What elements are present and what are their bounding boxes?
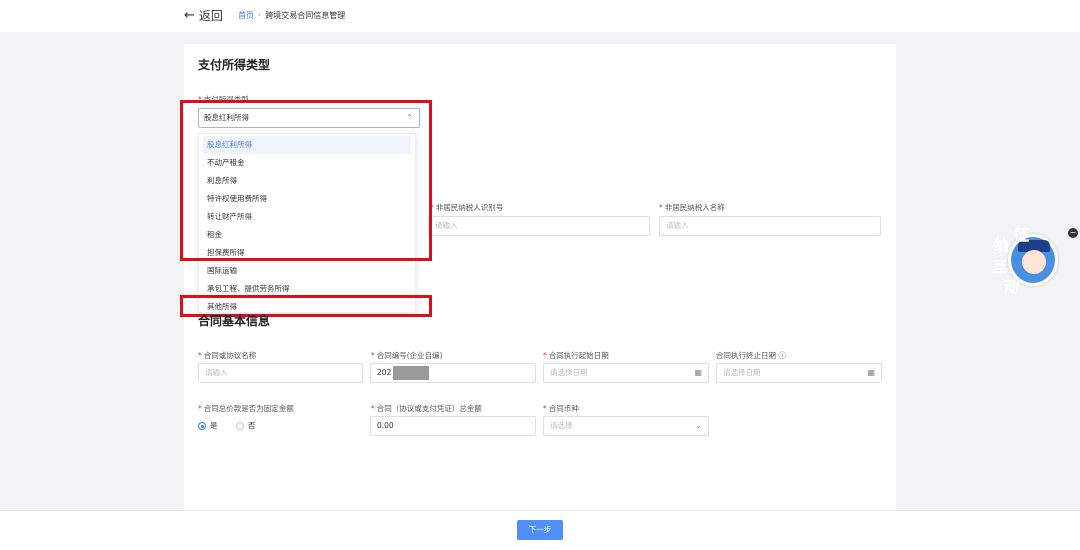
currency-select[interactable]: 请选择 ⌄ <box>543 416 709 436</box>
contract-end-date[interactable]: 请选择日期 ▦ <box>716 363 882 383</box>
mascot-face-icon <box>1022 250 1046 274</box>
mascot-char: 动 <box>1004 278 1020 297</box>
currency-label: * 合同币种 <box>543 404 579 413</box>
calendar-icon: ▦ <box>694 368 702 377</box>
radio-yes[interactable]: 是 <box>198 420 218 431</box>
income-section-title: 支付所得类型 <box>198 58 271 72</box>
mascot-char: 纳 <box>994 236 1010 255</box>
contract-number-label: * 合同编号(企业自编) <box>371 351 443 360</box>
next-button[interactable]: 下一步 <box>517 520 563 540</box>
radio-no[interactable]: 否 <box>236 420 256 431</box>
mascot-char: 征 <box>1014 226 1030 245</box>
taxpayer-id-label: * 非居民纳税人识别号 <box>430 203 504 212</box>
back-label: 返回 <box>198 9 223 23</box>
service-mascot-widget[interactable]: 征 纳 互 动 <box>988 226 1068 300</box>
breadcrumb: 首页 › 跨境交易合同信息管理 <box>238 10 345 21</box>
taxpayer-name-input[interactable]: 请输入 <box>659 216 881 236</box>
taxpayer-name-label: * 非居民纳税人名称 <box>659 203 725 212</box>
back-button[interactable]: ← 返回 <box>184 7 223 24</box>
contract-start-label: * 合同执行起始日期 <box>543 351 609 360</box>
contract-start-date[interactable]: 请选择日期 ▦ <box>543 363 709 383</box>
contract-number-input[interactable]: 202 <box>370 363 536 383</box>
breadcrumb-home[interactable]: 首页 <box>238 10 254 21</box>
contract-end-label: 合同执行终止日期 ⓘ <box>716 351 786 360</box>
contract-section-title: 合同基本信息 <box>198 314 271 328</box>
contract-name-input[interactable]: 请输入 <box>198 363 363 383</box>
bottom-bar: 下一步 <box>0 510 1080 550</box>
arrow-left-icon: ← <box>184 8 195 23</box>
contract-name-label: * 合同或协议名称 <box>198 351 257 360</box>
total-amount-label: * 合同（协议或支付凭证）总金额 <box>371 404 482 413</box>
redaction-block <box>393 366 430 380</box>
total-amount-input[interactable]: 0.00 <box>370 416 536 436</box>
dropdown-option[interactable]: 国际运输 <box>199 262 415 280</box>
radio-checked-icon <box>198 421 206 430</box>
info-icon: ⓘ <box>778 351 786 360</box>
close-icon[interactable]: − <box>1068 228 1078 238</box>
chevron-down-icon: ⌄ <box>695 421 702 430</box>
top-bar: ← 返回 首页 › 跨境交易合同信息管理 <box>0 0 1080 32</box>
calendar-icon: ▦ <box>867 368 875 377</box>
fixed-amount-label: * 合同总价款是否为固定金额 <box>198 404 294 413</box>
highlight-box-options <box>180 100 432 261</box>
breadcrumb-separator: › <box>258 10 262 19</box>
taxpayer-id-input[interactable]: 请输入 <box>428 216 650 236</box>
mascot-char: 互 <box>992 258 1008 277</box>
radio-unchecked-icon <box>236 421 244 430</box>
breadcrumb-current: 跨境交易合同信息管理 <box>265 11 346 20</box>
